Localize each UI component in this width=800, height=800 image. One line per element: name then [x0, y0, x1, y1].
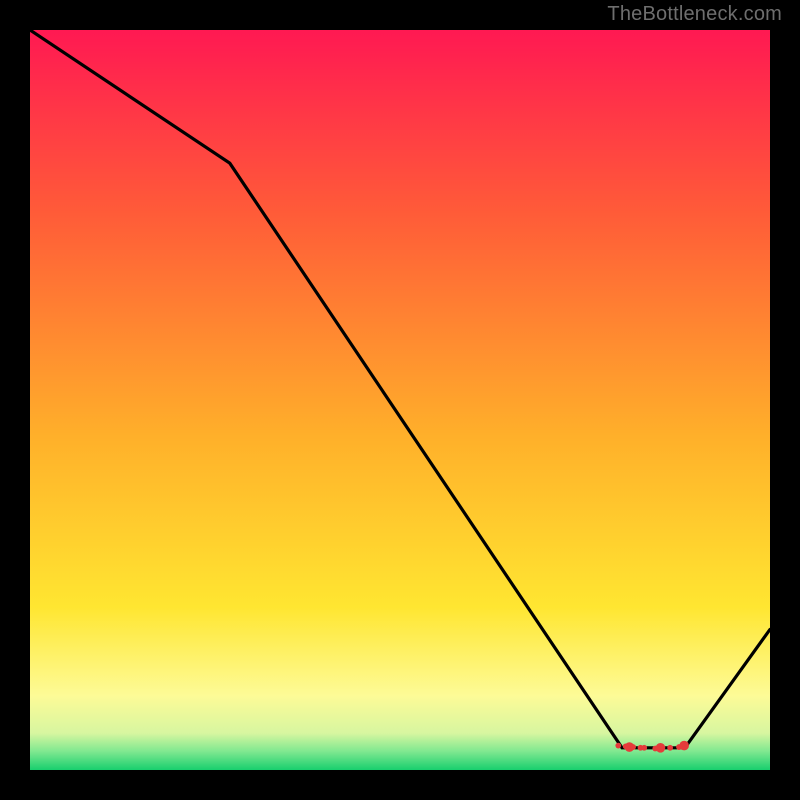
- attribution-label: TheBottleneck.com: [607, 3, 782, 26]
- chart-wrapper: TheBottleneck.com: [0, 0, 800, 800]
- data-point: [667, 745, 673, 751]
- data-point: [615, 743, 621, 749]
- data-point: [656, 743, 666, 753]
- data-point: [630, 744, 636, 750]
- chart-background: [30, 30, 770, 770]
- chart-svg: [30, 30, 770, 770]
- data-point: [641, 745, 647, 751]
- data-point: [679, 741, 689, 751]
- plot-frame: [30, 30, 770, 770]
